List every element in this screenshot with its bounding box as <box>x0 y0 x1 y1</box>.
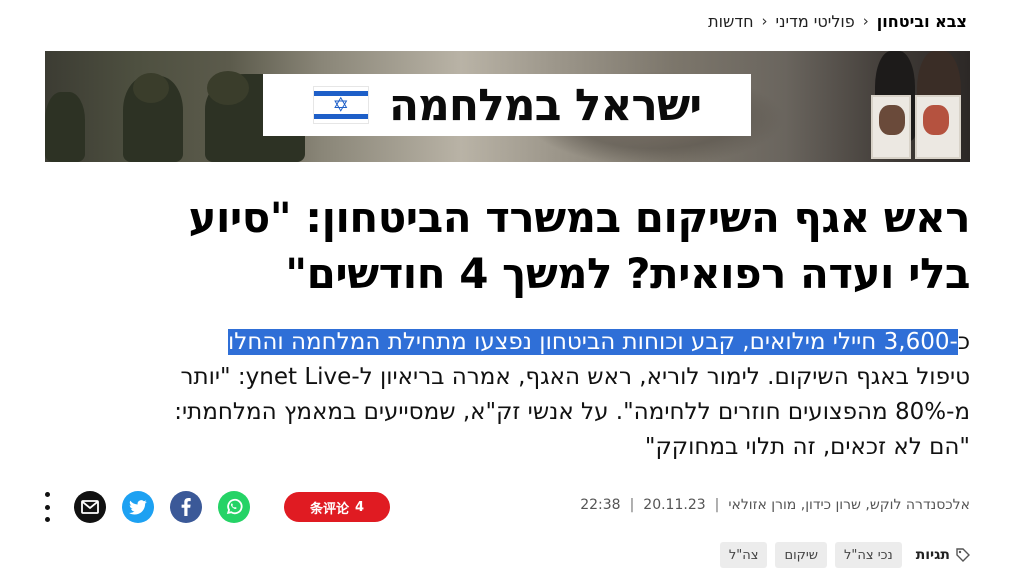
article-date: 20.11.23 <box>643 497 706 513</box>
article-headline: ראש אגף השיקום במשרד הביטחון: "סיוע בלי … <box>40 190 970 302</box>
email-share-button[interactable] <box>74 491 106 523</box>
soldier-helmet <box>207 71 249 105</box>
breadcrumb-item-military[interactable]: צבא וביטחון <box>877 12 967 31</box>
comments-button[interactable]: 条评论 4 <box>284 492 390 522</box>
article-meta: אלכסנדרה לוקש, שרון כידון, מורן אזולאי |… <box>580 497 970 513</box>
headline-line: בלי ועדה רפואית? למשך 4 חודשים" <box>285 249 970 298</box>
comments-label: 条评论 <box>309 501 349 517</box>
tags-label-text: תגיות <box>915 547 950 563</box>
article-time: 22:38 <box>580 497 621 513</box>
selected-text: -3,600 חיילי מילואים, קבע וכוחות הביטחון… <box>228 329 958 355</box>
soldier-helmet <box>133 73 169 103</box>
lead-line: טיפול באגף השיקום. לימור לוריא, ראש האגף… <box>180 364 970 390</box>
headline-line: ראש אגף השיקום במשרד הביטחון: "סיוע <box>188 193 970 242</box>
breadcrumb-item-politics[interactable]: פוליטי מדיני <box>776 12 855 31</box>
facebook-share-button[interactable] <box>170 491 202 523</box>
lead-line: מ-80% מהפצועים חוזרים ללחימה". על אנשי ז… <box>174 399 970 425</box>
article-lead: כ-3,600 חיילי מילואים, קבע וכוחות הביטחו… <box>40 325 970 465</box>
banner-title-box: ישראל במלחמה ✡ <box>263 74 751 136</box>
lead-prefix: כ <box>957 329 970 355</box>
article-authors[interactable]: אלכסנדרה לוקש, שרון כידון, מורן אזולאי <box>728 497 970 513</box>
hostage-poster <box>915 95 961 159</box>
facebook-icon <box>181 498 191 516</box>
tags-row: תגיות נכי צה"ל שיקום צה"ל <box>719 542 970 568</box>
chevron-left-icon: ‹ <box>761 11 768 30</box>
more-options-icon[interactable] <box>40 492 54 522</box>
breadcrumb-item-news[interactable]: חדשות <box>708 12 753 31</box>
soldier-figure <box>45 92 85 162</box>
tags-label: תגיות <box>916 547 970 563</box>
tag-item[interactable]: שיקום <box>775 542 827 568</box>
breadcrumb: חדשות ‹ פוליטי מדיני ‹ צבא וביטחון <box>708 9 967 33</box>
tag-item[interactable]: צה"ל <box>719 542 768 568</box>
lead-line: "הם לא זכאים, זה תלוי במחוקק" <box>644 434 970 460</box>
tag-icon <box>956 548 970 562</box>
whatsapp-icon <box>226 498 243 515</box>
hostage-poster <box>871 95 911 159</box>
chevron-left-icon: ‹ <box>862 11 869 30</box>
lead-line: כ-3,600 חיילי מילואים, קבע וכוחות הביטחו… <box>40 325 970 360</box>
war-banner[interactable]: ישראל במלחמה ✡ <box>45 51 970 162</box>
twitter-share-button[interactable] <box>122 491 154 523</box>
whatsapp-share-button[interactable] <box>218 491 250 523</box>
meta-divider: | <box>629 497 635 513</box>
comments-count: 4 <box>354 499 365 515</box>
israel-flag-icon: ✡ <box>312 86 369 124</box>
meta-divider: | <box>714 497 720 513</box>
banner-title: ישראל במלחמה <box>388 79 702 131</box>
twitter-icon <box>129 499 147 515</box>
share-bar: 条评论 4 <box>40 490 390 524</box>
email-icon <box>81 500 99 514</box>
tag-item[interactable]: נכי צה"ל <box>834 542 902 568</box>
